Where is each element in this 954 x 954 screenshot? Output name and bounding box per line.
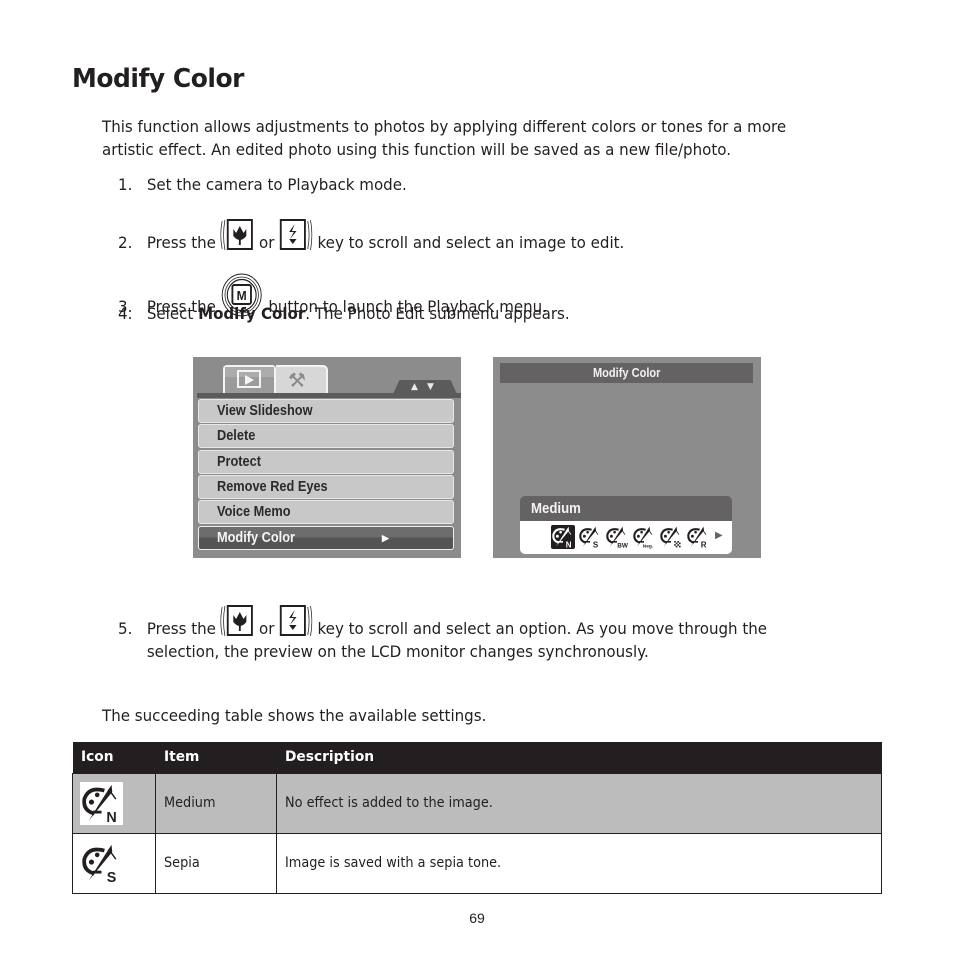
step-text-continued: selection, the preview on the LCD monito… [146, 642, 649, 661]
step-text-or: or [259, 233, 275, 252]
svg-text:S: S [593, 540, 599, 549]
macro-key-icon [220, 218, 254, 252]
black-white-icon[interactable]: BW [605, 525, 629, 549]
page-title: Modify Color [72, 64, 244, 94]
step-text: Set the camera to Playback mode. [146, 175, 407, 194]
svg-text:Neg.: Neg. [643, 543, 653, 549]
svg-text:R: R [701, 540, 707, 549]
scroll-indicator: ▲ ▼ [393, 380, 457, 394]
setup-tab[interactable]: ⚒ [276, 365, 328, 395]
lcd-header: Modify Color [500, 363, 753, 383]
medium-color-icon: N [80, 781, 123, 826]
flash-key-icon [279, 604, 313, 638]
step-text: Press the [146, 619, 216, 638]
submenu-arrow-icon: ▶ [382, 533, 389, 543]
item-cell: Medium [155, 772, 277, 834]
current-option-label: Medium [520, 496, 732, 521]
menu-item-delete[interactable]: Delete [198, 424, 454, 448]
svg-text:BW: BW [617, 542, 629, 549]
macro-key-icon [220, 604, 254, 638]
step-text: key to scroll and select an image to edi… [317, 233, 625, 252]
lcd-playback-menu: ⚒ ▲ ▼ View Slideshow Delete Protect Remo… [193, 357, 461, 558]
step-number: 2. [118, 233, 133, 252]
negative-icon[interactable]: Neg. [632, 525, 656, 549]
next-arrow-icon[interactable]: ▶ [715, 530, 723, 541]
step-2: 2. Press the or key to scroll and select … [118, 218, 624, 254]
description-cell: No effect is added to the image. [276, 772, 882, 834]
sepia-icon: S [80, 842, 123, 886]
step-bold-text: Modify Color [198, 304, 306, 323]
menu-item-protect[interactable]: Protect [198, 450, 454, 474]
step-text: Press the [146, 233, 216, 252]
step-text-or: or [259, 619, 275, 638]
svg-text:N: N [106, 810, 116, 825]
option-strip: ▶ N S BW Neg. R [520, 521, 732, 554]
svg-text:M: M [237, 289, 247, 303]
page-number: 69 [469, 910, 485, 926]
step-5: 5. Press the or key to scroll and select … [118, 604, 767, 663]
description-cell: Image is saved with a sepia tone. [276, 832, 882, 894]
item-cell: Sepia [155, 832, 277, 894]
menu-item-voice-memo[interactable]: Voice Memo [198, 500, 454, 524]
svg-text:N: N [566, 540, 572, 549]
step-number: 5. [118, 619, 133, 638]
option-panel: Medium ▶ N S BW Neg. R [520, 496, 732, 554]
menu-item-modify-color[interactable]: Modify Color ▶ [198, 526, 454, 550]
step-number: 4. [118, 304, 133, 323]
flash-key-icon [279, 218, 313, 252]
step-text: . The Photo Edit submenu appears. [305, 304, 570, 323]
menu-item-remove-red-eyes[interactable]: Remove Red Eyes [198, 475, 454, 499]
icon-cell: N [72, 772, 156, 834]
step-1: 1. Set the camera to Playback mode. [118, 173, 407, 196]
icon-cell: S [72, 832, 156, 894]
red-icon[interactable]: R [686, 525, 710, 549]
step-number: 1. [118, 175, 133, 194]
step-text: Select [146, 304, 194, 323]
scroll-up-icon: ▲ [411, 382, 418, 392]
intro-line-2: artistic effect. An edited photo using t… [102, 140, 731, 159]
table-header-row: Icon Item Description [72, 742, 882, 773]
table-intro: The succeeding table shows the available… [102, 706, 487, 725]
sepia-icon[interactable]: S [578, 525, 602, 549]
step-4: 4. Select Modify Color. The Photo Edit su… [118, 302, 570, 325]
header-item: Item [155, 742, 277, 773]
header-description: Description [276, 742, 882, 773]
svg-text:S: S [107, 870, 117, 885]
table-row: S Sepia Image is saved with a sepia tone… [72, 832, 882, 894]
settings-table: Icon Item Description N Medium No effect… [72, 742, 882, 894]
lcd-modify-color: Modify Color Medium ▶ N S BW Neg. R [493, 357, 761, 558]
menu-item-view-slideshow[interactable]: View Slideshow [198, 399, 454, 423]
playback-tab[interactable] [223, 365, 276, 395]
mosaic-icon[interactable] [659, 525, 683, 549]
scroll-down-icon: ▼ [427, 382, 434, 392]
header-icon: Icon [72, 742, 156, 773]
step-text: key to scroll and select an option. As y… [317, 619, 768, 638]
wrench-icon: ⚒ [288, 368, 306, 392]
medium-color-icon[interactable]: N [551, 525, 575, 549]
table-row: N Medium No effect is added to the image… [72, 772, 882, 834]
intro-line-1: This function allows adjustments to phot… [102, 117, 787, 136]
